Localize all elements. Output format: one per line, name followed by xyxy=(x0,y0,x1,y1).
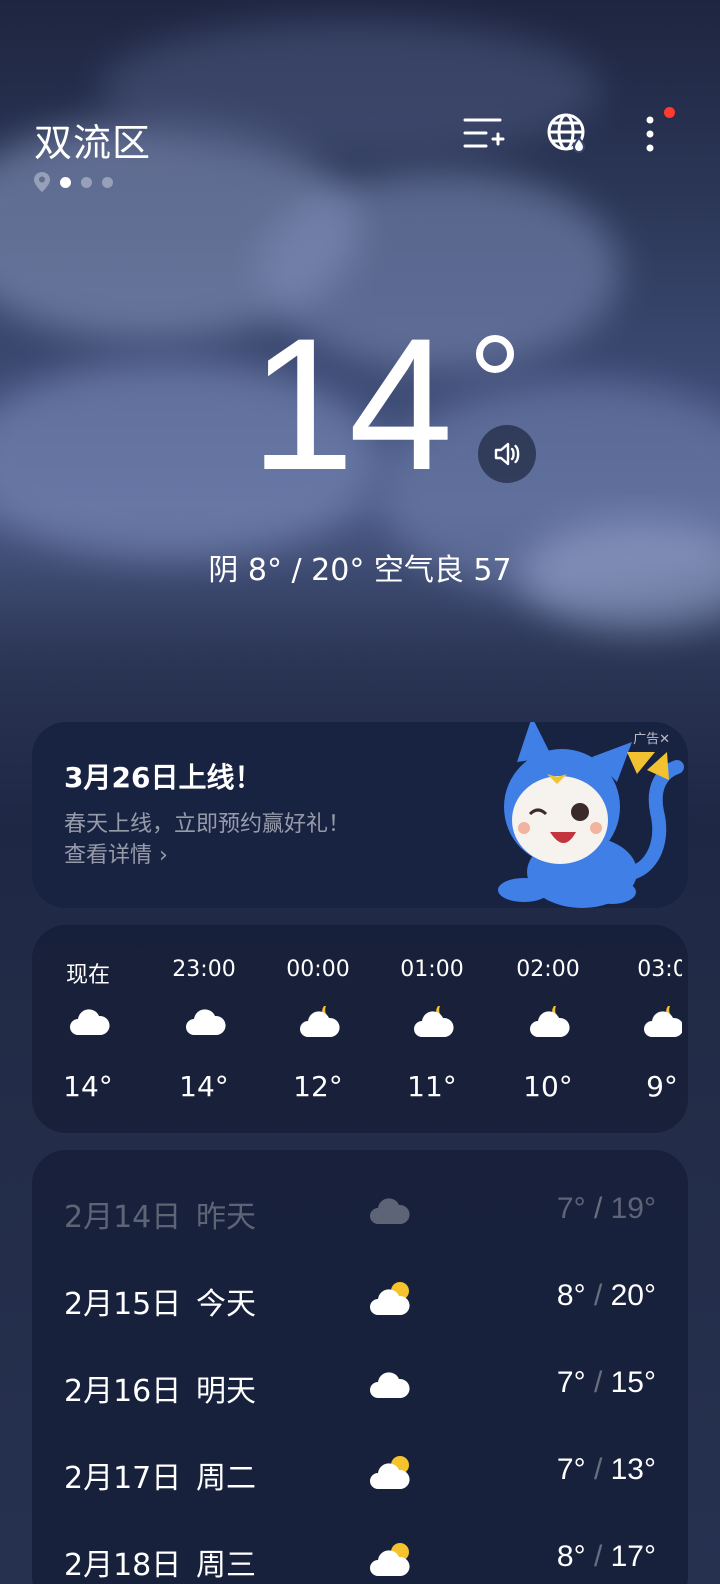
day-date: 2月18日 xyxy=(64,1548,182,1583)
day-temp-range: 7° / 15° xyxy=(556,1366,656,1399)
location-pin-icon xyxy=(34,172,50,192)
day-low: 8° xyxy=(556,1279,586,1312)
page-dot-active xyxy=(60,176,71,188)
daily-forecast: 2月14日 昨天 7° / 19° 2月15日 今天 8° / 20° 2月16… xyxy=(32,1150,688,1584)
day-weekday: 今天 xyxy=(196,1287,256,1322)
day-weekday: 周三 xyxy=(196,1548,256,1583)
day-low: 8° xyxy=(556,1540,586,1573)
daily-row-today[interactable]: 2月15日 今天 8° / 20° xyxy=(32,1267,688,1327)
day-date: 2月17日 xyxy=(64,1461,182,1496)
add-city-icon[interactable] xyxy=(462,112,506,156)
weather-summary: 阴 8° / 20° 空气良 57 xyxy=(208,553,512,588)
globe-weather-icon[interactable] xyxy=(546,112,590,156)
day-temp-range: 7° / 19° xyxy=(556,1192,656,1225)
mascot-character-image xyxy=(498,722,684,908)
page-dot xyxy=(81,176,92,188)
cloud-icon xyxy=(370,1198,410,1224)
day-weekday: 周二 xyxy=(196,1461,256,1496)
daily-row[interactable]: 2月18日 周三 8° / 17° xyxy=(32,1528,688,1584)
daily-row[interactable]: 2月17日 周二 7° / 13° xyxy=(32,1441,688,1501)
hour-time: 03:0 xyxy=(637,957,682,982)
cloud-moon-icon xyxy=(644,1006,682,1037)
day-date: 2月14日 xyxy=(64,1200,182,1235)
city-name[interactable]: 双流区 xyxy=(34,112,151,167)
cloud-icon xyxy=(370,1372,410,1398)
ad-close-tag[interactable]: 广告✕ xyxy=(633,728,670,747)
day-high: 20° xyxy=(610,1279,656,1312)
ad-title: 3月26日上线！ xyxy=(64,761,263,794)
day-weekday: 昨天 xyxy=(196,1200,256,1235)
day-high: 15° xyxy=(610,1366,656,1399)
cloud-sun-icon xyxy=(370,1456,410,1489)
hour-scroll-clip: 03:0 9° xyxy=(32,925,682,1133)
day-low: 7° xyxy=(556,1453,586,1486)
day-low: 7° xyxy=(556,1192,586,1225)
day-low: 7° xyxy=(556,1366,586,1399)
daily-row-yesterday[interactable]: 2月14日 昨天 7° / 19° xyxy=(32,1180,688,1240)
cloud-sun-icon xyxy=(370,1543,410,1576)
day-high: 17° xyxy=(610,1540,656,1573)
ad-banner[interactable]: 3月26日上线！ 春天上线，立即预约赢好礼！ 查看详情 › 广告✕ xyxy=(32,722,688,908)
day-temp-range: 8° / 17° xyxy=(556,1540,656,1573)
cloud-sun-icon xyxy=(370,1282,410,1315)
day-date: 2月16日 xyxy=(64,1374,182,1409)
day-high: 13° xyxy=(610,1453,656,1486)
ad-subtitle: 春天上线，立即预约赢好礼！ xyxy=(64,812,351,837)
speaker-icon xyxy=(494,442,520,466)
notification-badge xyxy=(664,107,675,118)
hourly-forecast[interactable]: 现在 14° 23:00 14° 00:00 12° 01:00 11° 02:… xyxy=(32,925,688,1133)
day-high: 19° xyxy=(610,1192,656,1225)
ad-details-link[interactable]: 查看详情 › xyxy=(64,837,168,869)
day-weekday: 明天 xyxy=(196,1374,256,1409)
daily-row[interactable]: 2月16日 明天 7° / 15° xyxy=(32,1354,688,1414)
day-temp-range: 8° / 20° xyxy=(556,1279,656,1312)
page-dot xyxy=(102,176,113,188)
degree-symbol xyxy=(476,335,514,373)
hour-temp: 9° xyxy=(646,1070,678,1103)
voice-broadcast-button[interactable] xyxy=(478,425,536,483)
day-temp-range: 7° / 13° xyxy=(556,1453,656,1486)
page-indicator xyxy=(34,172,113,192)
more-options-icon[interactable] xyxy=(628,112,672,156)
current-temperature: 14 xyxy=(250,299,453,509)
day-date: 2月15日 xyxy=(64,1287,182,1322)
header: 双流区 xyxy=(0,0,720,200)
